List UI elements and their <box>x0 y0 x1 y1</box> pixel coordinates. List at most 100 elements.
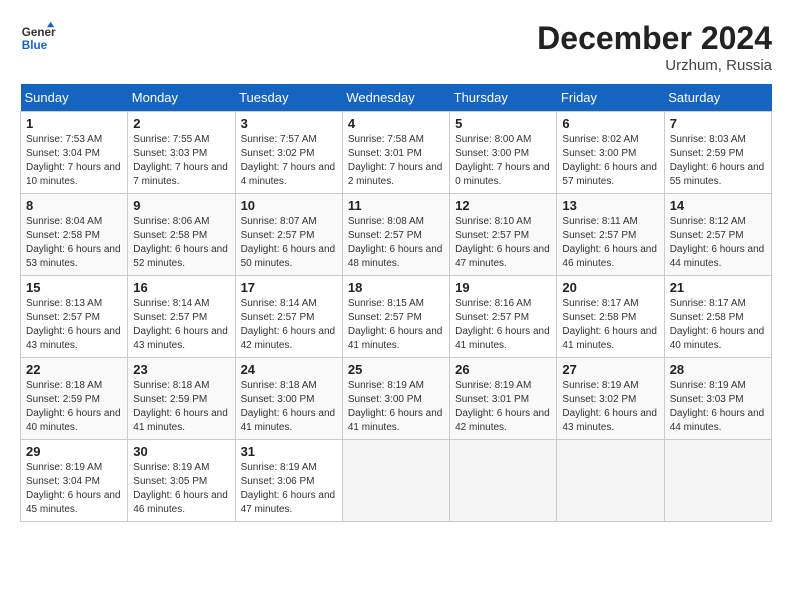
day-number: 18 <box>348 280 444 295</box>
day-number: 30 <box>133 444 229 459</box>
day-number: 6 <box>562 116 658 131</box>
day-info: Sunrise: 8:19 AMSunset: 3:05 PMDaylight:… <box>133 461 229 517</box>
day-number: 5 <box>455 116 551 131</box>
day-info: Sunrise: 8:04 AMSunset: 2:58 PMDaylight:… <box>26 215 122 271</box>
day-cell-31: 31 Sunrise: 8:19 AMSunset: 3:06 PMDayligh… <box>235 440 342 522</box>
day-info: Sunrise: 8:18 AMSunset: 3:00 PMDaylight:… <box>241 379 337 435</box>
day-info: Sunrise: 7:58 AMSunset: 3:01 PMDaylight:… <box>348 133 444 189</box>
day-info: Sunrise: 8:19 AMSunset: 3:01 PMDaylight:… <box>455 379 551 435</box>
day-number: 25 <box>348 362 444 377</box>
logo-icon: General Blue <box>20 20 56 56</box>
day-cell-10: 10 Sunrise: 8:07 AMSunset: 2:57 PMDayligh… <box>235 194 342 276</box>
day-cell-8: 8 Sunrise: 8:04 AMSunset: 2:58 PMDaylight… <box>21 194 128 276</box>
day-number: 20 <box>562 280 658 295</box>
weekday-header-tuesday: Tuesday <box>235 84 342 112</box>
day-number: 23 <box>133 362 229 377</box>
day-cell-20: 20 Sunrise: 8:17 AMSunset: 2:58 PMDayligh… <box>557 276 664 358</box>
day-info: Sunrise: 8:10 AMSunset: 2:57 PMDaylight:… <box>455 215 551 271</box>
month-title: December 2024 <box>537 20 772 57</box>
location: Urzhum, Russia <box>537 57 772 74</box>
day-number: 1 <box>26 116 122 131</box>
header: General Blue December 2024 Urzhum, Russi… <box>20 20 772 74</box>
day-info: Sunrise: 8:18 AMSunset: 2:59 PMDaylight:… <box>26 379 122 435</box>
calendar-table: SundayMondayTuesdayWednesdayThursdayFrid… <box>20 84 772 522</box>
day-cell-21: 21 Sunrise: 8:17 AMSunset: 2:58 PMDayligh… <box>664 276 771 358</box>
day-number: 3 <box>241 116 337 131</box>
day-info: Sunrise: 8:13 AMSunset: 2:57 PMDaylight:… <box>26 297 122 353</box>
day-cell-23: 23 Sunrise: 8:18 AMSunset: 2:59 PMDayligh… <box>128 358 235 440</box>
day-cell-17: 17Sunrise: 8:14 AMSunset: 2:57 PMDayligh… <box>235 276 342 358</box>
day-info: Sunrise: 8:17 AMSunset: 2:58 PMDaylight:… <box>562 297 658 353</box>
day-cell-15: 15 Sunrise: 8:13 AMSunset: 2:57 PMDayligh… <box>21 276 128 358</box>
empty-cell <box>557 440 664 522</box>
day-cell-1: 1 Sunrise: 7:53 AMSunset: 3:04 PMDaylight… <box>21 112 128 194</box>
day-number: 11 <box>348 198 444 213</box>
day-cell-7: 7 Sunrise: 8:03 AMSunset: 2:59 PMDaylight… <box>664 112 771 194</box>
day-number: 28 <box>670 362 766 377</box>
day-info: Sunrise: 8:18 AMSunset: 2:59 PMDaylight:… <box>133 379 229 435</box>
day-number: 10 <box>241 198 337 213</box>
day-info: Sunrise: 8:02 AMSunset: 3:00 PMDaylight:… <box>562 133 658 189</box>
day-cell-27: 27Sunrise: 8:19 AMSunset: 3:02 PMDayligh… <box>557 358 664 440</box>
day-cell-2: 2 Sunrise: 7:55 AMSunset: 3:03 PMDaylight… <box>128 112 235 194</box>
day-info: Sunrise: 7:55 AMSunset: 3:03 PMDaylight:… <box>133 133 229 189</box>
weekday-header-wednesday: Wednesday <box>342 84 449 112</box>
logo: General Blue <box>20 20 56 56</box>
day-number: 29 <box>26 444 122 459</box>
day-number: 2 <box>133 116 229 131</box>
day-info: Sunrise: 8:19 AMSunset: 3:03 PMDaylight:… <box>670 379 766 435</box>
day-info: Sunrise: 8:00 AMSunset: 3:00 PMDaylight:… <box>455 133 551 189</box>
empty-cell <box>342 440 449 522</box>
day-number: 8 <box>26 198 122 213</box>
day-info: Sunrise: 8:15 AMSunset: 2:57 PMDaylight:… <box>348 297 444 353</box>
svg-text:General: General <box>22 26 56 39</box>
day-info: Sunrise: 8:17 AMSunset: 2:58 PMDaylight:… <box>670 297 766 353</box>
title-area: December 2024 Urzhum, Russia <box>537 20 772 74</box>
day-info: Sunrise: 8:07 AMSunset: 2:57 PMDaylight:… <box>241 215 337 271</box>
day-number: 14 <box>670 198 766 213</box>
weekday-header-row: SundayMondayTuesdayWednesdayThursdayFrid… <box>21 84 772 112</box>
empty-cell <box>664 440 771 522</box>
weekday-header-friday: Friday <box>557 84 664 112</box>
day-info: Sunrise: 8:16 AMSunset: 2:57 PMDaylight:… <box>455 297 551 353</box>
day-number: 15 <box>26 280 122 295</box>
day-info: Sunrise: 8:08 AMSunset: 2:57 PMDaylight:… <box>348 215 444 271</box>
day-number: 27 <box>562 362 658 377</box>
day-cell-22: 22 Sunrise: 8:18 AMSunset: 2:59 PMDayligh… <box>21 358 128 440</box>
svg-text:Blue: Blue <box>22 39 48 52</box>
day-cell-18: 18 Sunrise: 8:15 AMSunset: 2:57 PMDayligh… <box>342 276 449 358</box>
day-info: Sunrise: 7:57 AMSunset: 3:02 PMDaylight:… <box>241 133 337 189</box>
day-cell-29: 29 Sunrise: 8:19 AMSunset: 3:04 PMDayligh… <box>21 440 128 522</box>
day-cell-3: 3 Sunrise: 7:57 AMSunset: 3:02 PMDaylight… <box>235 112 342 194</box>
day-info: Sunrise: 8:06 AMSunset: 2:58 PMDaylight:… <box>133 215 229 271</box>
day-info: Sunrise: 8:11 AMSunset: 2:57 PMDaylight:… <box>562 215 658 271</box>
weekday-header-sunday: Sunday <box>21 84 128 112</box>
day-number: 26 <box>455 362 551 377</box>
day-info: Sunrise: 8:14 AMSunset: 2:57 PMDaylight:… <box>241 297 337 353</box>
day-info: Sunrise: 8:19 AMSunset: 3:06 PMDaylight:… <box>241 461 337 517</box>
day-info: Sunrise: 7:53 AMSunset: 3:04 PMDaylight:… <box>26 133 122 189</box>
weekday-header-thursday: Thursday <box>450 84 557 112</box>
day-cell-16: 16Sunrise: 8:14 AMSunset: 2:57 PMDayligh… <box>128 276 235 358</box>
day-cell-5: 5 Sunrise: 8:00 AMSunset: 3:00 PMDaylight… <box>450 112 557 194</box>
day-number: 9 <box>133 198 229 213</box>
day-cell-13: 13Sunrise: 8:11 AMSunset: 2:57 PMDayligh… <box>557 194 664 276</box>
day-cell-19: 19Sunrise: 8:16 AMSunset: 2:57 PMDayligh… <box>450 276 557 358</box>
empty-cell <box>450 440 557 522</box>
day-cell-14: 14 Sunrise: 8:12 AMSunset: 2:57 PMDayligh… <box>664 194 771 276</box>
day-info: Sunrise: 8:12 AMSunset: 2:57 PMDaylight:… <box>670 215 766 271</box>
day-number: 24 <box>241 362 337 377</box>
day-number: 22 <box>26 362 122 377</box>
day-cell-24: 24 Sunrise: 8:18 AMSunset: 3:00 PMDayligh… <box>235 358 342 440</box>
day-info: Sunrise: 8:19 AMSunset: 3:04 PMDaylight:… <box>26 461 122 517</box>
day-number: 16 <box>133 280 229 295</box>
weekday-header-saturday: Saturday <box>664 84 771 112</box>
day-cell-12: 12Sunrise: 8:10 AMSunset: 2:57 PMDayligh… <box>450 194 557 276</box>
day-number: 7 <box>670 116 766 131</box>
weekday-header-monday: Monday <box>128 84 235 112</box>
day-cell-28: 28 Sunrise: 8:19 AMSunset: 3:03 PMDayligh… <box>664 358 771 440</box>
day-number: 21 <box>670 280 766 295</box>
day-info: Sunrise: 8:03 AMSunset: 2:59 PMDaylight:… <box>670 133 766 189</box>
day-cell-9: 9 Sunrise: 8:06 AMSunset: 2:58 PMDaylight… <box>128 194 235 276</box>
day-number: 31 <box>241 444 337 459</box>
